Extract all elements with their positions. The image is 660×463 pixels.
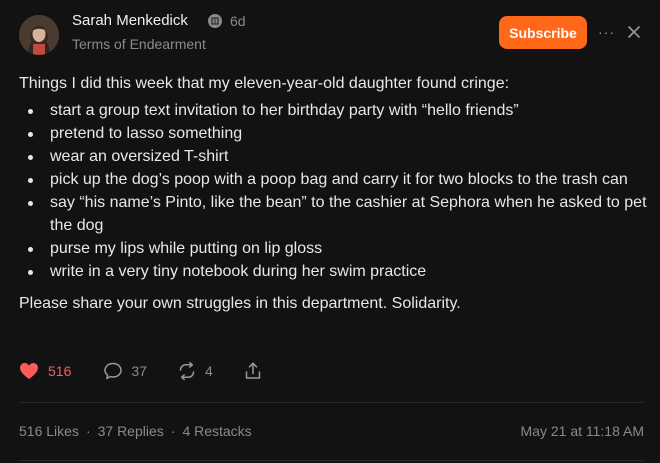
- list-item: wear an oversized T-shirt: [19, 145, 649, 168]
- separator: ·: [170, 423, 176, 439]
- post-date: May 21 at 11:18 AM: [520, 423, 644, 439]
- restack-button[interactable]: 4: [177, 361, 213, 381]
- list-item: purse my lips while putting on lip gloss: [19, 237, 649, 260]
- author-name[interactable]: Sarah Menkedick: [72, 12, 188, 29]
- post-outro: Please share your own struggles in this …: [19, 295, 461, 312]
- avatar[interactable]: [19, 15, 59, 55]
- share-button[interactable]: [243, 361, 263, 381]
- share-icon: [245, 362, 260, 379]
- list-item: pretend to lasso something: [19, 122, 649, 145]
- verified-badge-icon: [208, 14, 222, 28]
- comment-icon: [104, 362, 123, 380]
- replies-stat-link[interactable]: 37 Replies: [98, 423, 164, 439]
- list-item: start a group text invitation to her bir…: [19, 99, 649, 122]
- post-body: Things I did this week that my eleven-ye…: [19, 72, 649, 315]
- reply-count: 37: [131, 363, 147, 379]
- subscribe-button[interactable]: Subscribe: [499, 16, 587, 49]
- action-bar: 516 37 4: [19, 358, 263, 384]
- restacks-stat-link[interactable]: 4 Restacks: [182, 423, 251, 439]
- likes-stat-link[interactable]: 516 Likes: [19, 423, 79, 439]
- reply-button[interactable]: 37: [103, 361, 147, 381]
- separator: ·: [85, 423, 91, 439]
- divider: [19, 460, 644, 461]
- publication-name[interactable]: Terms of Endearment: [72, 36, 206, 52]
- like-count: 516: [48, 363, 72, 379]
- like-button[interactable]: 516: [19, 362, 71, 380]
- restack-icon: [179, 361, 195, 381]
- restack-count: 4: [204, 363, 213, 379]
- list-item: pick up the dog’s poop with a poop bag a…: [19, 168, 649, 191]
- divider: [19, 402, 644, 403]
- post-intro: Things I did this week that my eleven-ye…: [19, 75, 510, 92]
- list-item: say “his name’s Pinto, like the bean” to…: [19, 191, 649, 237]
- heart-icon: [20, 363, 38, 379]
- avatar-image: [19, 15, 59, 55]
- note-card: Sarah Menkedick 6d Terms of Endearment S…: [0, 0, 660, 463]
- close-icon[interactable]: [624, 22, 644, 42]
- more-options-icon[interactable]: ···: [598, 22, 616, 42]
- post-stats: 516 Likes · 37 Replies · 4 Restacks: [19, 423, 252, 439]
- post-list: start a group text invitation to her bir…: [19, 99, 649, 283]
- post-time: 6d: [230, 13, 246, 29]
- list-item: write in a very tiny notebook during her…: [19, 260, 649, 283]
